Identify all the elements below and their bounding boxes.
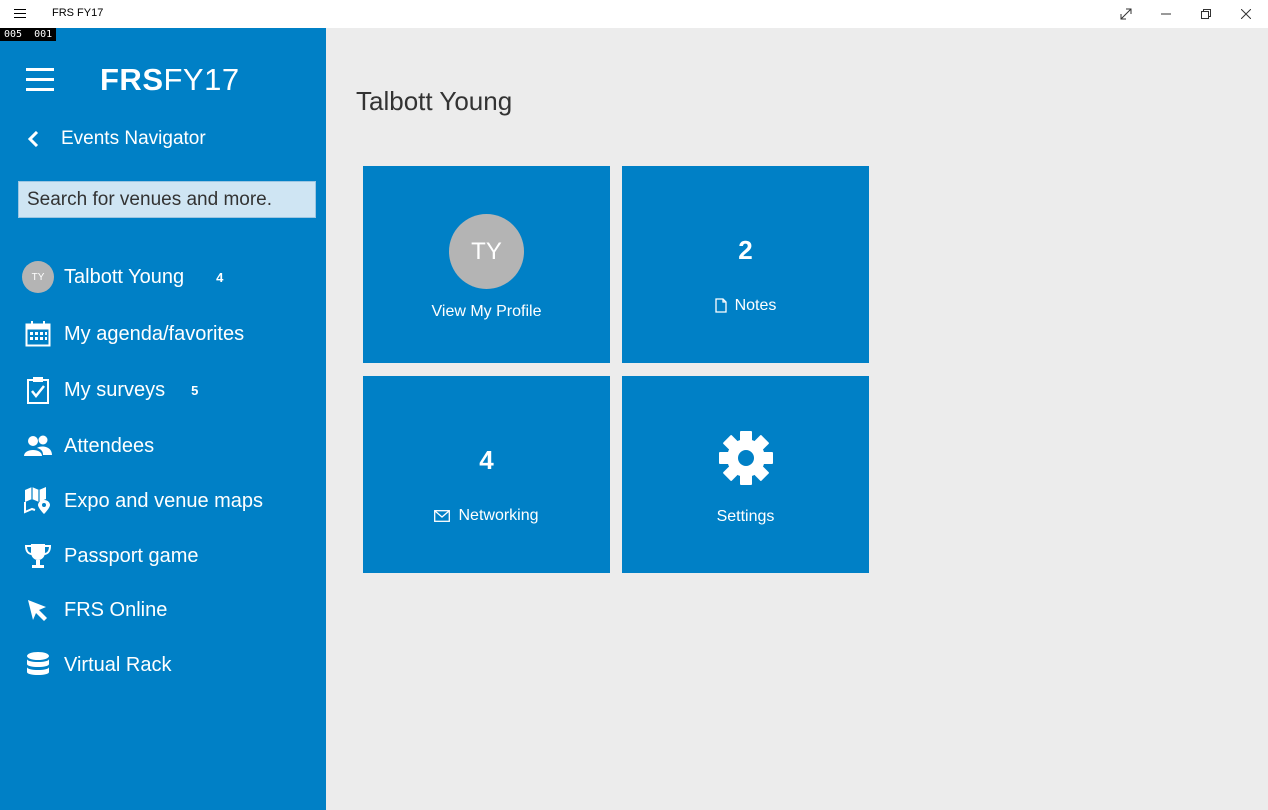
app-logo: FRSFY17 [100, 62, 240, 97]
networking-count: 4 [479, 445, 494, 475]
sidebar-item-attendees[interactable]: Attendees [22, 428, 154, 464]
sidebar-item-label: Expo and venue maps [64, 489, 264, 512]
tile-label: Networking [458, 507, 539, 524]
chevron-left-icon [26, 131, 50, 147]
view-profile-tile[interactable]: TY View My Profile [363, 166, 610, 363]
window-title: FRS FY17 [52, 7, 104, 19]
networking-tile[interactable]: 4 Networking [363, 376, 610, 573]
back-label: Events Navigator [61, 128, 206, 149]
sidebar-item-passport[interactable]: Passport game [22, 538, 199, 574]
frame-counter-b: 001 [34, 29, 53, 40]
minimize-button[interactable] [1146, 0, 1186, 28]
window-menu-button[interactable] [8, 6, 32, 22]
sidebar-item-label: My surveys [64, 378, 166, 401]
sidebar-item-frs-online[interactable]: FRS Online [22, 592, 167, 628]
sidebar-item-maps[interactable]: Expo and venue maps [22, 483, 263, 519]
trophy-icon [22, 540, 54, 572]
sidebar-item-agenda[interactable]: My agenda/favorites [22, 316, 244, 352]
notification-badge: 5 [191, 382, 199, 398]
back-button[interactable]: Events Navigator [26, 124, 206, 154]
sidebar-item-label: Attendees [64, 434, 155, 457]
search-input[interactable]: Search for venues and more. [18, 181, 316, 218]
cursor-icon [22, 594, 54, 626]
sidebar-item-label: Talbott Young [64, 265, 185, 288]
document-icon [714, 298, 727, 313]
sidebar: FRSFY17 Events Navigator Search for venu… [0, 28, 326, 810]
restore-icon [1201, 9, 1211, 19]
mail-icon [434, 509, 451, 522]
frame-counter: 005 001 [0, 28, 57, 41]
close-icon [1241, 9, 1251, 19]
sidebar-item-label: Passport game [64, 544, 199, 567]
notes-count: 2 [738, 235, 753, 265]
avatar: TY [22, 261, 54, 293]
restore-button[interactable] [1186, 0, 1226, 28]
tile-label: View My Profile [431, 303, 542, 320]
sidebar-menu-button[interactable] [26, 68, 54, 92]
expand-icon [1120, 8, 1132, 20]
frame-counter-a: 005 [4, 29, 23, 40]
close-button[interactable] [1226, 0, 1266, 28]
calendar-icon [22, 318, 54, 350]
sidebar-item-surveys[interactable]: My surveys 5 [22, 372, 198, 408]
database-icon [22, 649, 54, 681]
sidebar-item-label: Virtual Rack [64, 653, 172, 676]
avatar: TY [449, 214, 524, 289]
notification-badge: 4 [216, 269, 224, 285]
map-pin-icon [22, 485, 54, 517]
notes-tile[interactable]: 2 Notes [622, 166, 869, 363]
sidebar-item-virtual-rack[interactable]: Virtual Rack [22, 647, 171, 683]
page-title: Talbott Young [356, 86, 513, 116]
tile-label: Settings [716, 508, 775, 525]
people-icon [22, 430, 54, 462]
gear-icon [719, 431, 773, 485]
title-bar: FRS FY17 [0, 0, 1268, 28]
minimize-icon [1161, 13, 1171, 15]
tile-label: Notes [734, 297, 777, 314]
sidebar-item-profile[interactable]: TY Talbott Young 4 [22, 259, 223, 295]
hamburger-icon [14, 9, 26, 18]
sidebar-item-label: FRS Online [64, 598, 168, 621]
sidebar-item-label: My agenda/favorites [64, 322, 245, 345]
clipboard-check-icon [22, 374, 54, 406]
fullscreen-button[interactable] [1106, 0, 1146, 28]
settings-tile[interactable]: Settings [622, 376, 869, 573]
